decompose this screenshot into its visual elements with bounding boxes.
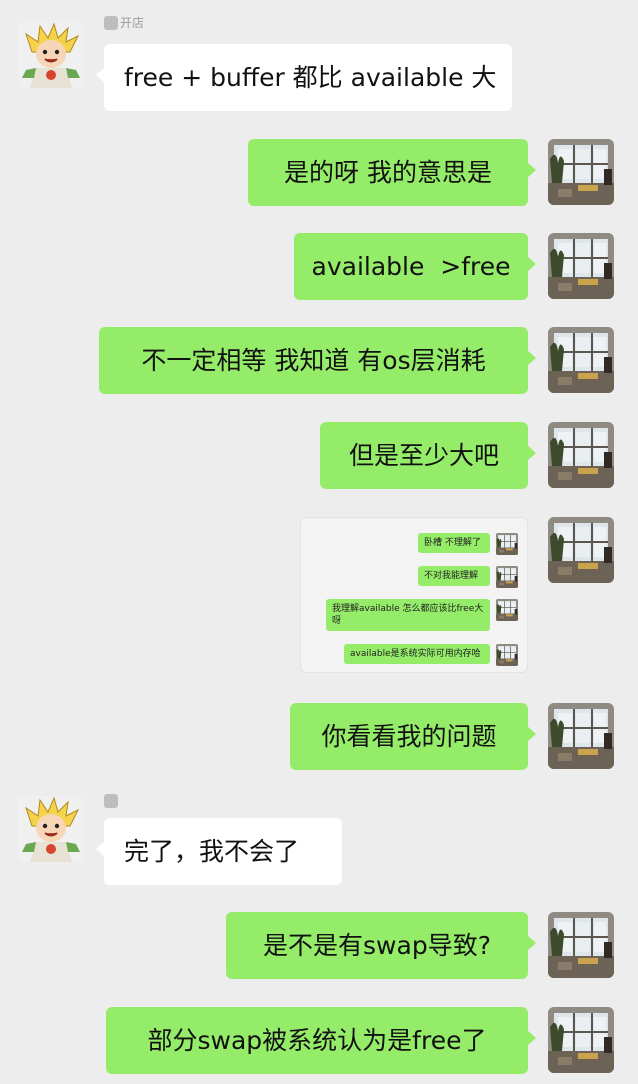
message-text: 不一定相等 我知道 有os层消耗 [141, 345, 486, 375]
mini-message: available是系统实际可用内存哈 [344, 644, 490, 664]
message-bubble-outgoing[interactable]: 部分swap被系统认为是free了 [106, 1007, 536, 1074]
mini-message: 卧槽 不理解了 [418, 533, 490, 553]
message-text: 完了，我不会了 [124, 836, 300, 866]
message-text: 你看看我的问题 [321, 721, 497, 751]
mini-message-text: 我理解available 怎么都应该比free大呀 [332, 604, 484, 626]
mini-avatar-icon [496, 533, 518, 555]
mini-avatar-icon [496, 599, 518, 621]
message-bubble-outgoing[interactable]: available >free [294, 233, 536, 300]
name-blur [104, 794, 118, 808]
message-bubble-incoming[interactable]: free + buffer 都比 available 大 [96, 44, 512, 111]
message-text: 是的呀 我的意思是 [284, 157, 492, 187]
self-avatar-icon[interactable] [548, 1007, 614, 1073]
self-avatar-icon[interactable] [548, 912, 614, 978]
message-bubble-incoming[interactable]: 完了，我不会了 [96, 818, 342, 885]
message-bubble-outgoing[interactable]: 不一定相等 我知道 有os层消耗 [99, 327, 536, 394]
sender-name [104, 794, 144, 810]
message-bubble-outgoing[interactable]: 是不是有swap导致? [226, 912, 536, 979]
mini-message: 不对我能理解 [418, 566, 490, 586]
mini-message-text: 卧槽 不理解了 [424, 538, 481, 548]
mini-message-text: 不对我能理解 [424, 571, 479, 581]
message-bubble-outgoing[interactable]: 但是至少大吧 [320, 422, 536, 489]
message-text: free + buffer 都比 available 大 [124, 62, 497, 92]
sender-name: 开店 [104, 16, 144, 32]
message-text: 部分swap被系统认为是free了 [147, 1025, 487, 1055]
sender-name-text: 开店 [120, 16, 145, 30]
message-bubble-outgoing[interactable]: 你看看我的问题 [290, 703, 536, 770]
image-message[interactable]: 卧槽 不理解了 不对我能理解 我理解available 怎么都应该比free大呀… [300, 517, 528, 673]
self-avatar-icon[interactable] [548, 327, 614, 393]
contact-avatar-icon[interactable] [18, 22, 84, 88]
self-avatar-icon[interactable] [548, 139, 614, 205]
self-avatar-icon[interactable] [548, 517, 614, 583]
self-avatar-icon[interactable] [548, 703, 614, 769]
message-text: 是不是有swap导致? [263, 930, 491, 960]
mini-message: 我理解available 怎么都应该比free大呀 [326, 599, 490, 631]
self-avatar-icon[interactable] [548, 422, 614, 488]
mini-avatar-icon [496, 566, 518, 588]
message-text: 但是至少大吧 [348, 440, 499, 470]
message-bubble-outgoing[interactable]: 是的呀 我的意思是 [248, 139, 536, 206]
self-avatar-icon[interactable] [548, 233, 614, 299]
mini-avatar-icon [496, 644, 518, 666]
mini-message-text: available是系统实际可用内存哈 [350, 649, 481, 659]
contact-avatar-icon[interactable] [18, 796, 84, 862]
name-blur [104, 16, 118, 30]
message-text: available >free [311, 251, 511, 281]
